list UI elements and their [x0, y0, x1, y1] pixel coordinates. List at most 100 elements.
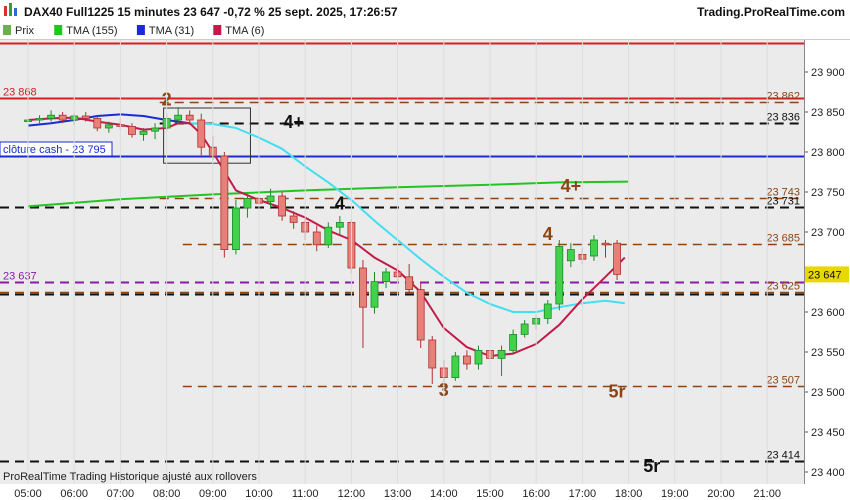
- candle-body: [590, 239, 598, 257]
- chart-title: DAX40 Full1225 15 minutes 23 647 -0,72 %…: [24, 5, 398, 19]
- candle-body: [509, 333, 518, 351]
- candle-body: [231, 207, 240, 250]
- x-tick-label: 12:00: [338, 488, 366, 500]
- candle-body: [289, 215, 298, 223]
- candle-body: [93, 118, 102, 129]
- candle-body: [174, 114, 183, 121]
- candle-body: [451, 355, 460, 379]
- wave-label: 4+: [283, 112, 304, 132]
- candle-body: [382, 271, 390, 283]
- level-label-right: 23 731: [766, 196, 800, 208]
- x-tick-label: 07:00: [107, 488, 135, 500]
- x-tick-label: 09:00: [199, 488, 227, 500]
- legend-label: TMA (155): [66, 25, 117, 37]
- y-tick-label: 23 900: [811, 67, 845, 79]
- legend-swatch: [213, 25, 222, 35]
- x-tick-label: 15:00: [476, 488, 504, 500]
- y-tick-label: 23 800: [811, 147, 845, 159]
- wave-label: 4+: [561, 176, 582, 196]
- candle-body: [47, 114, 55, 119]
- level-label-left: 23 868: [3, 87, 37, 99]
- candle-body: [520, 323, 529, 335]
- candle-body: [185, 114, 194, 121]
- candle-body: [601, 242, 610, 246]
- y-tick-label: 23 750: [811, 187, 845, 199]
- level-label-right: 23 685: [766, 233, 800, 245]
- legend: Prix TMA (155) TMA (31) TMA (6): [0, 25, 850, 40]
- dax40-candlestick-chart[interactable]: DAX40 Full1225 15 minutes 23 647 -0,72 %…: [0, 0, 850, 500]
- candle-body: [370, 281, 379, 308]
- y-tick-label: 23 600: [811, 307, 845, 319]
- legend-swatch: [54, 25, 63, 35]
- candle-body: [128, 126, 136, 135]
- candle: [416, 283, 425, 348]
- chart-window: DAX40 Full1225 15 minutes 23 647 -0,72 %…: [0, 0, 850, 500]
- wave-label: 5r: [609, 382, 626, 402]
- candle-body: [104, 124, 113, 129]
- candle-body: [359, 267, 367, 308]
- candle-body: [312, 231, 321, 246]
- x-tick-label: 14:00: [430, 488, 458, 500]
- candle-body: [497, 349, 506, 359]
- x-tick-label: 13:00: [384, 488, 412, 500]
- candle-body: [566, 249, 575, 262]
- candle-body: [81, 115, 90, 119]
- x-tick-label: 10:00: [245, 488, 273, 500]
- candle: [451, 352, 460, 381]
- x-tick-label: 19:00: [661, 488, 689, 500]
- level-label-right: 23 862: [766, 91, 800, 103]
- y-tick-label: 23 450: [811, 427, 845, 439]
- candle-body: [197, 119, 206, 148]
- level-label-right: 23 414: [766, 450, 800, 462]
- candle-body: [428, 339, 437, 369]
- candle-body: [462, 355, 471, 365]
- candle-body: [139, 130, 148, 135]
- candle-body: [35, 118, 44, 121]
- legend-label: TMA (6): [225, 25, 264, 37]
- y-tick-label: 23 850: [811, 107, 845, 119]
- y-tick-label: 23 700: [811, 227, 845, 239]
- candle: [220, 152, 229, 258]
- candle-body: [278, 195, 287, 217]
- candle: [613, 240, 621, 280]
- candle-body: [474, 349, 483, 365]
- current-price-tag: 23 647: [805, 266, 849, 283]
- candle-body: [151, 127, 159, 132]
- level-label-left: 23 637: [3, 271, 37, 283]
- y-tick-label: 23 500: [811, 387, 845, 399]
- x-tick-label: 18:00: [615, 488, 643, 500]
- x-tick-label: 21:00: [753, 488, 781, 500]
- candle-body: [555, 245, 564, 305]
- x-tick-label: 20:00: [707, 488, 735, 500]
- legend-label: TMA (31): [149, 25, 194, 37]
- candle-body: [266, 195, 275, 202]
- x-tick-label: 16:00: [522, 488, 550, 500]
- x-tick-label: 06:00: [60, 488, 88, 500]
- legend-swatch: [3, 25, 11, 35]
- candle-body: [543, 303, 552, 319]
- wave-label: 4: [335, 194, 345, 214]
- candle-body: [405, 276, 414, 290]
- candle: [231, 200, 240, 255]
- x-tick-label: 08:00: [153, 488, 181, 500]
- candle-body: [416, 289, 425, 341]
- price-tag-label: 23 647: [808, 269, 842, 281]
- level-label-right: 23 625: [766, 281, 800, 293]
- site-label: Trading.ProRealTime.com: [697, 5, 845, 19]
- candle-body: [324, 226, 333, 246]
- candle-body: [613, 242, 621, 275]
- wave-label: 4: [543, 224, 553, 244]
- level-label-right: 23 507: [766, 375, 800, 387]
- level-label-right: 23 836: [766, 112, 800, 124]
- candle-body: [58, 114, 67, 121]
- footer-note: ProRealTime Trading Historique ajusté au…: [3, 471, 257, 483]
- x-tick-label: 11:00: [292, 488, 319, 500]
- candle-body: [335, 221, 344, 228]
- legend-label: Prix: [15, 25, 34, 37]
- candle-body: [220, 155, 229, 250]
- x-tick-label: 17:00: [569, 488, 597, 500]
- legend-swatch: [136, 25, 145, 35]
- x-tick-label: 05:00: [14, 488, 42, 500]
- y-tick-label: 23 400: [811, 467, 845, 479]
- cash-close-label: clôture cash - 23 795: [3, 144, 106, 156]
